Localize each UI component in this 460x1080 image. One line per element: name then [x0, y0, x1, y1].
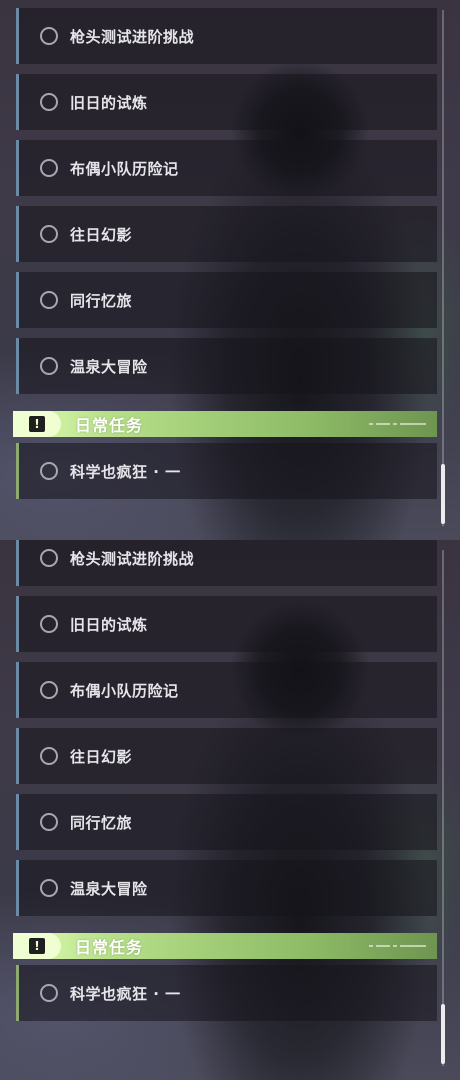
scrollbar-thumb[interactable]	[441, 1004, 445, 1064]
quest-item[interactable]: 旧日的试炼	[16, 74, 437, 130]
quest-label: 同行忆旅	[70, 813, 133, 832]
quest-label: 同行忆旅	[70, 291, 133, 310]
quest-item[interactable]: 温泉大冒险	[16, 338, 437, 394]
daily-quest-item[interactable]: 科学也疯狂 · 一	[16, 965, 437, 1021]
quest-label: 旧日的试炼	[70, 615, 148, 634]
quest-label: 科学也疯狂 · 一	[70, 462, 181, 481]
quest-label: 枪头测试进阶挑战	[70, 549, 195, 568]
quest-label: 科学也疯狂 · 一	[70, 984, 181, 1003]
scrollbar-track[interactable]	[442, 10, 444, 526]
exclamation-icon: !	[29, 416, 45, 432]
quest-list-panel: 枪头测试进阶挑战 旧日的试炼 布偶小队历险记 往日幻影 同行忆旅 温泉大冒险 !…	[0, 540, 460, 1080]
quest-radio-icon	[40, 357, 58, 375]
quest-radio-icon	[40, 291, 58, 309]
quest-radio-icon	[40, 747, 58, 765]
quest-radio-icon	[40, 681, 58, 699]
quest-item[interactable]: 往日幻影	[16, 206, 437, 262]
quest-list-panel: 枪头测试进阶挑战 旧日的试炼 布偶小队历险记 往日幻影 同行忆旅 温泉大冒险 !…	[0, 0, 460, 540]
quest-radio-icon	[40, 225, 58, 243]
quest-item[interactable]: 布偶小队历险记	[16, 662, 437, 718]
scrollbar-track[interactable]	[442, 550, 444, 1066]
quest-radio-icon	[40, 462, 58, 480]
quest-radio-icon	[40, 27, 58, 45]
quest-item[interactable]: 温泉大冒险	[16, 860, 437, 916]
quest-radio-icon	[40, 549, 58, 567]
quest-radio-icon	[40, 615, 58, 633]
quest-radio-icon	[40, 879, 58, 897]
quest-radio-icon	[40, 984, 58, 1002]
daily-section-header[interactable]: ! 日常任务	[13, 933, 437, 959]
quest-label: 往日幻影	[70, 225, 133, 244]
quest-label: 旧日的试炼	[70, 93, 148, 112]
daily-section-header[interactable]: ! 日常任务	[13, 411, 437, 437]
quest-item[interactable]: 同行忆旅	[16, 272, 437, 328]
quest-label: 布偶小队历险记	[70, 681, 179, 700]
quest-item[interactable]: 旧日的试炼	[16, 596, 437, 652]
section-icon-badge: !	[13, 411, 61, 437]
quest-item[interactable]: 同行忆旅	[16, 794, 437, 850]
quest-item[interactable]: 枪头测试进阶挑战	[16, 8, 437, 64]
quest-radio-icon	[40, 813, 58, 831]
quest-item[interactable]: 往日幻影	[16, 728, 437, 784]
section-title: 日常任务	[75, 938, 144, 957]
quest-label: 往日幻影	[70, 747, 133, 766]
header-decoration	[369, 420, 429, 428]
daily-quest-item[interactable]: 科学也疯狂 · 一	[16, 443, 437, 499]
section-icon-badge: !	[13, 933, 61, 959]
quest-label: 枪头测试进阶挑战	[70, 27, 195, 46]
quest-label: 布偶小队历险记	[70, 159, 179, 178]
quest-label: 温泉大冒险	[70, 357, 148, 376]
quest-item[interactable]: 枪头测试进阶挑战	[16, 540, 437, 586]
header-decoration	[369, 942, 429, 950]
quest-radio-icon	[40, 93, 58, 111]
quest-radio-icon	[40, 159, 58, 177]
section-title: 日常任务	[75, 416, 144, 435]
scrollbar-thumb[interactable]	[441, 464, 445, 524]
quest-item[interactable]: 布偶小队历险记	[16, 140, 437, 196]
exclamation-icon: !	[29, 938, 45, 954]
quest-label: 温泉大冒险	[70, 879, 148, 898]
